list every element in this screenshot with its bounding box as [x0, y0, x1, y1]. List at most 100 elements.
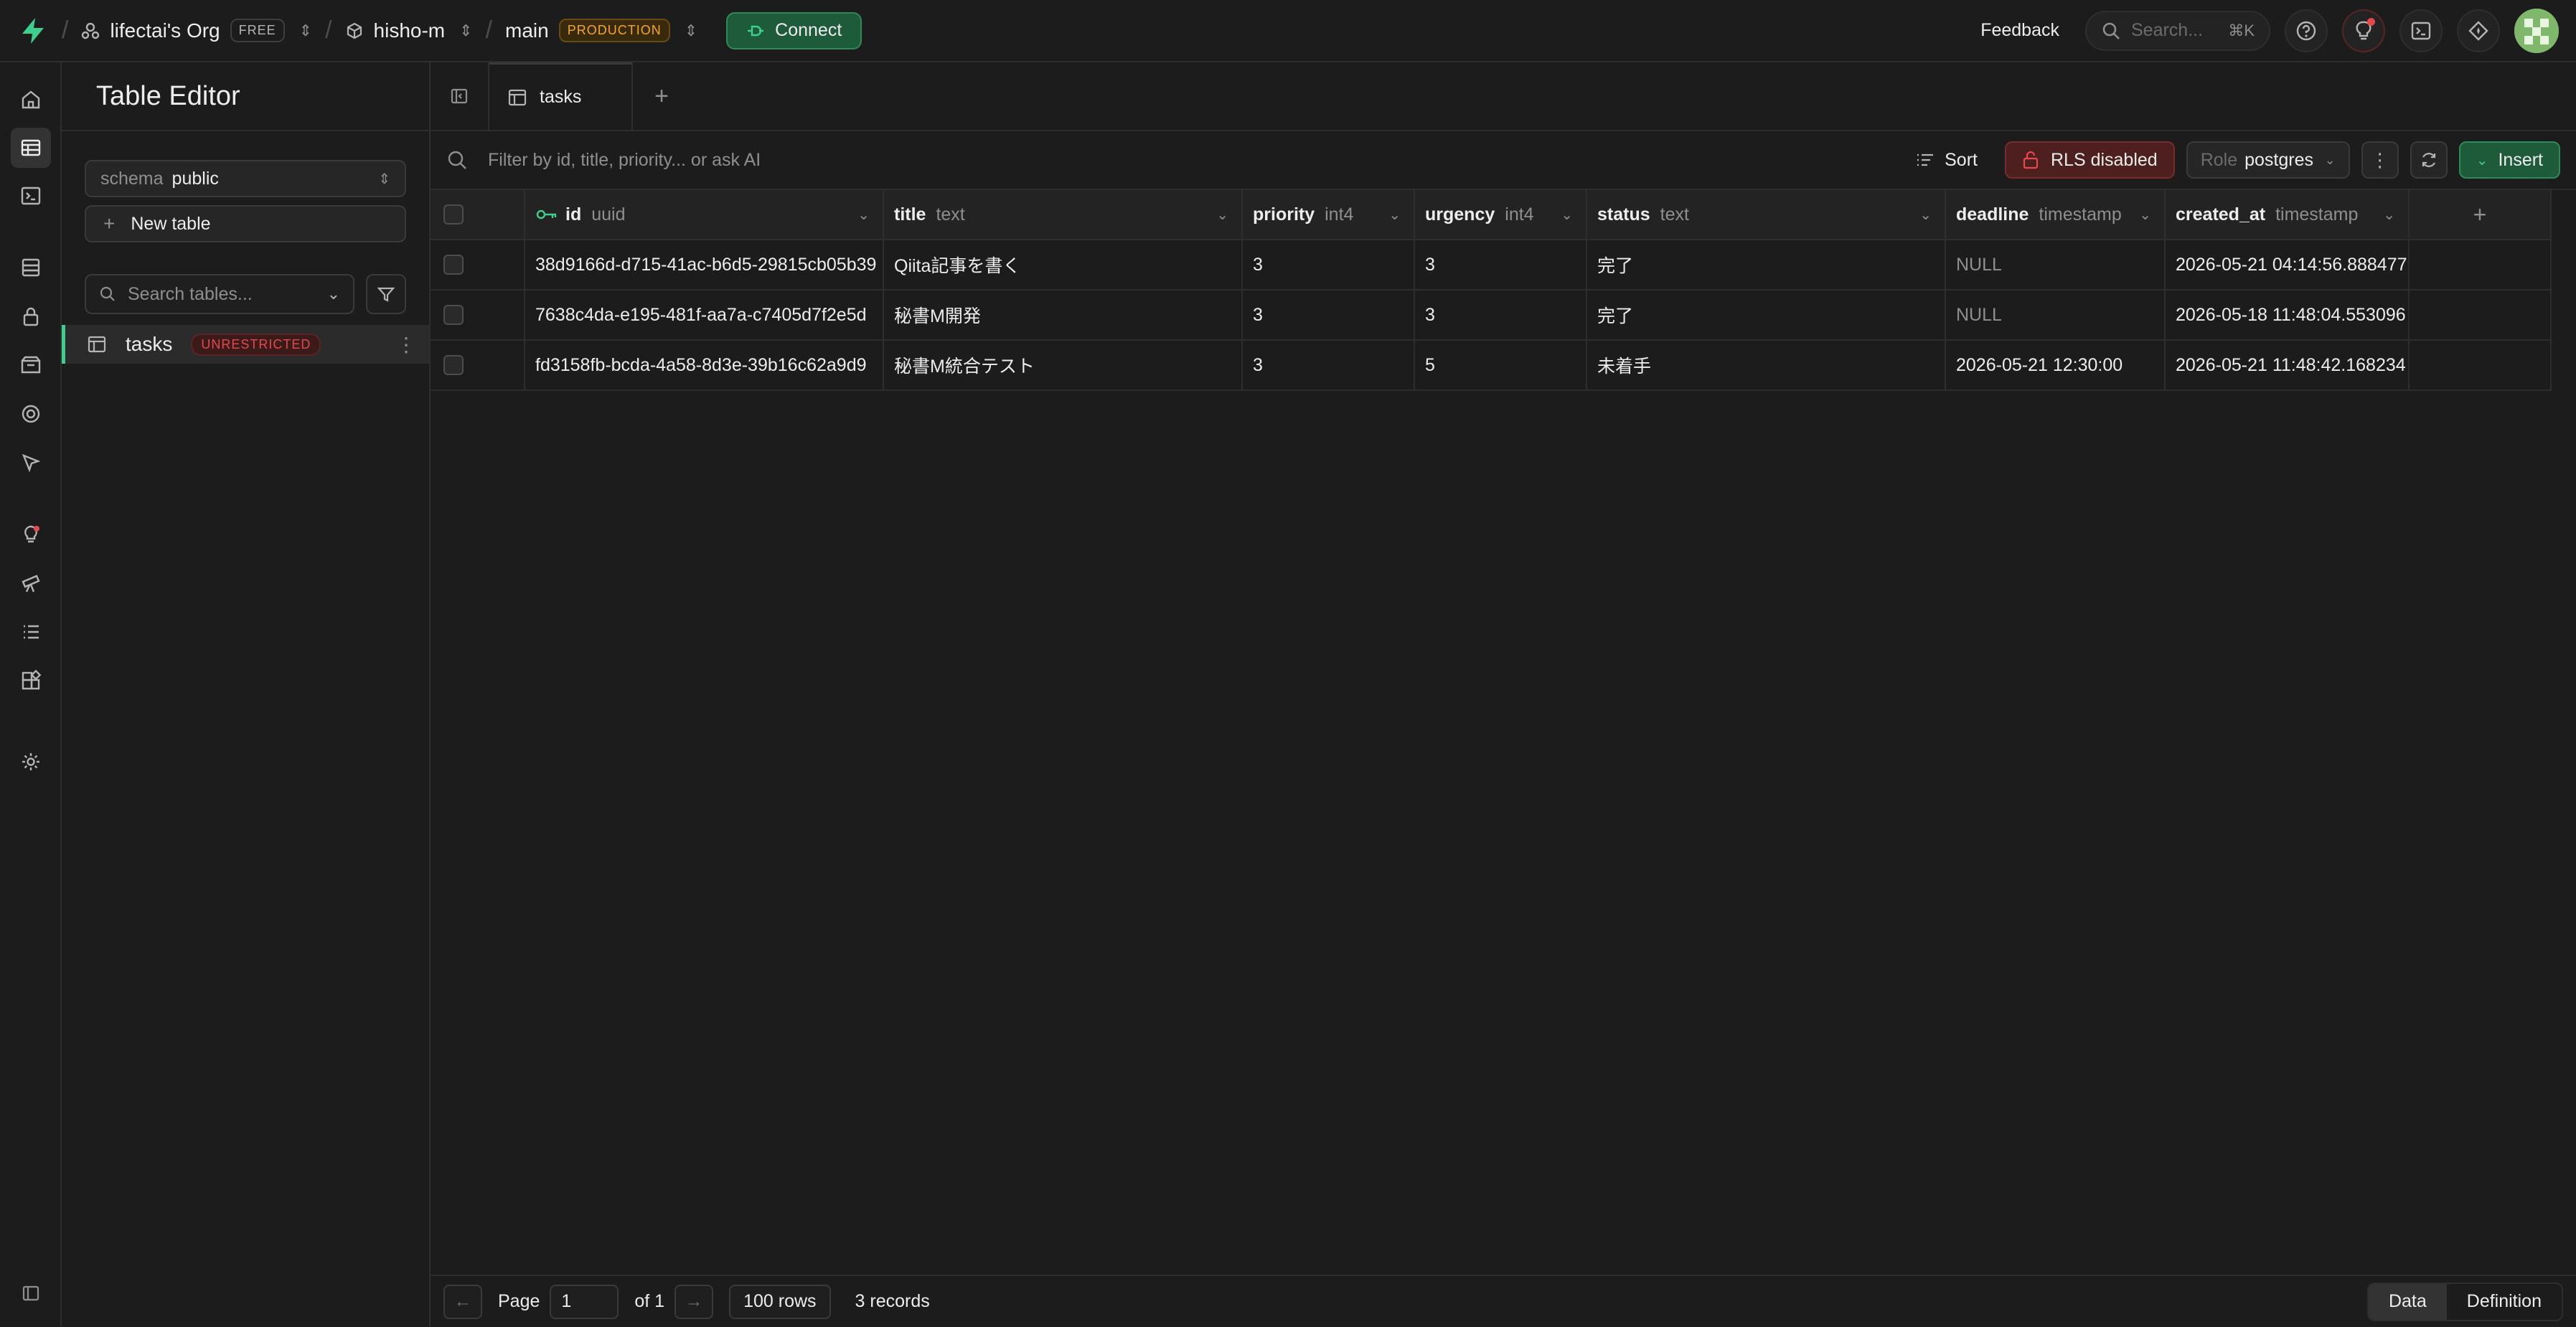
sort-button[interactable]: Sort — [1916, 150, 1978, 171]
chevron-down-icon[interactable]: ⌄ — [2383, 206, 2395, 224]
sql-editor-icon[interactable] — [11, 176, 51, 216]
cell-title[interactable]: 秘書M統合テスト — [884, 341, 1243, 389]
select-all-checkbox[interactable] — [443, 204, 464, 225]
filter-input[interactable]: Filter by id, title, priority... or ask … — [446, 149, 761, 171]
cell-created-at[interactable]: 2026-05-21 11:48:42.168234 — [2166, 341, 2410, 389]
advisor-button[interactable] — [2342, 9, 2385, 52]
chevron-down-icon[interactable]: ⌄ — [1216, 206, 1228, 224]
table-row[interactable]: fd3158fb-bcda-4a58-8d3e-39b16c62a9d9 秘書M… — [431, 341, 2552, 391]
table-row[interactable]: 38d9166d-d715-41ac-b6d5-29815cb05b39 Qii… — [431, 240, 2552, 291]
cell-priority[interactable]: 3 — [1243, 291, 1415, 339]
assistant-button[interactable] — [2457, 9, 2500, 52]
feedback-button[interactable]: Feedback — [1980, 20, 2059, 41]
more-vertical-icon[interactable]: ⋮ — [396, 333, 416, 356]
rows-per-page-selector[interactable]: 100 rows — [729, 1284, 831, 1319]
chevron-down-icon[interactable]: ⌄ — [1388, 206, 1401, 224]
storage-icon[interactable] — [11, 345, 51, 385]
cell-status[interactable]: 完了 — [1587, 291, 1946, 339]
cell-deadline[interactable]: NULL — [1946, 291, 2166, 339]
column-header-id[interactable]: id uuid ⌄ — [525, 190, 884, 239]
cell-id[interactable]: fd3158fb-bcda-4a58-8d3e-39b16c62a9d9 — [525, 341, 884, 389]
column-header-created-at[interactable]: created_at timestamp ⌄ — [2166, 190, 2410, 239]
add-tab-button[interactable]: + — [633, 62, 690, 130]
chevron-down-icon[interactable]: ⌄ — [1919, 206, 1932, 224]
plus-icon: + — [2473, 201, 2487, 227]
table-editor-icon[interactable] — [11, 128, 51, 168]
row-checkbox[interactable] — [443, 305, 464, 325]
cell-priority[interactable]: 3 — [1243, 240, 1415, 289]
realtime-cursor-icon[interactable] — [11, 443, 51, 483]
plus-icon: + — [103, 212, 116, 235]
org-selector[interactable]: lifectai's Org FREE ⇕ — [81, 19, 312, 42]
cell-id[interactable]: 7638c4da-e195-481f-aa7a-c7405d7f2e5d — [525, 291, 884, 339]
settings-gear-icon[interactable] — [11, 742, 51, 782]
data-view-button[interactable]: Data — [2368, 1283, 2447, 1320]
role-selector[interactable]: Role postgres ⌄ — [2186, 141, 2350, 179]
new-table-button[interactable]: + New table — [85, 205, 406, 242]
logs-list-icon[interactable] — [11, 612, 51, 652]
cell-deadline[interactable]: NULL — [1946, 240, 2166, 289]
project-name: hisho-m — [373, 19, 446, 42]
advisors-lightbulb-icon[interactable] — [11, 514, 51, 554]
cell-priority[interactable]: 3 — [1243, 341, 1415, 389]
chevron-down-icon[interactable]: ⌄ — [2139, 206, 2151, 224]
page-number-input[interactable]: 1 — [550, 1284, 619, 1319]
chevrons-down-icon[interactable]: ⌄ — [327, 285, 340, 303]
rls-disabled-button[interactable]: RLS disabled — [2004, 141, 2175, 179]
insert-button[interactable]: ⌄ Insert — [2458, 141, 2560, 179]
filter-tables-button[interactable] — [366, 274, 406, 314]
cell-title[interactable]: Qiita記事を書く — [884, 240, 1243, 289]
row-checkbox[interactable] — [443, 355, 464, 375]
records-count: 3 records — [855, 1291, 930, 1311]
cell-created-at[interactable]: 2026-05-18 11:48:04.553096 — [2166, 291, 2410, 339]
cell-id[interactable]: 38d9166d-d715-41ac-b6d5-29815cb05b39 — [525, 240, 884, 289]
add-column-button[interactable]: + — [2410, 190, 2552, 239]
cell-status[interactable]: 未着手 — [1587, 341, 1946, 389]
table-row[interactable]: 7638c4da-e195-481f-aa7a-c7405d7f2e5d 秘書M… — [431, 291, 2552, 341]
column-header-urgency[interactable]: urgency int4 ⌄ — [1415, 190, 1587, 239]
cell-deadline[interactable]: 2026-05-21 12:30:00 — [1946, 341, 2166, 389]
more-options-button[interactable]: ⋮ — [2361, 141, 2399, 179]
cell-created-at[interactable]: 2026-05-21 04:14:56.888477 — [2166, 240, 2410, 289]
cell-urgency[interactable]: 5 — [1415, 341, 1587, 389]
collapse-sidebar-icon[interactable] — [11, 1273, 51, 1313]
refresh-button[interactable] — [2410, 141, 2448, 179]
global-search[interactable]: Search... ⌘K — [2085, 10, 2270, 51]
column-header-priority[interactable]: priority int4 ⌄ — [1243, 190, 1415, 239]
connect-button[interactable]: Connect — [726, 11, 862, 49]
help-button[interactable] — [2285, 9, 2328, 52]
column-header-deadline[interactable]: deadline timestamp ⌄ — [1946, 190, 2166, 239]
branch-selector[interactable]: main PRODUCTION ⇕ — [505, 19, 697, 42]
tab-tasks[interactable]: tasks — [489, 62, 633, 130]
project-selector[interactable]: hisho-m ⇕ — [345, 19, 473, 42]
chevron-down-icon[interactable]: ⌄ — [1561, 206, 1573, 224]
cell-title[interactable]: 秘書M開発 — [884, 291, 1243, 339]
search-tables-input[interactable]: Search tables... ⌄ — [85, 274, 354, 314]
toggle-sidebar-button[interactable] — [431, 62, 489, 130]
column-header-title[interactable]: title text ⌄ — [884, 190, 1243, 239]
schema-selector[interactable]: schema public ⇕ — [85, 160, 406, 197]
sidebar-item-tasks[interactable]: tasks UNRESTRICTED ⋮ — [62, 325, 429, 364]
supabase-logo-icon[interactable] — [17, 15, 49, 47]
insert-label: Insert — [2498, 149, 2543, 170]
previous-page-button[interactable]: ← — [443, 1284, 482, 1319]
cell-urgency[interactable]: 3 — [1415, 291, 1587, 339]
definition-view-button[interactable]: Definition — [2447, 1284, 2562, 1320]
row-checkbox[interactable] — [443, 255, 464, 275]
column-type: uuid — [591, 204, 626, 225]
cell-status[interactable]: 完了 — [1587, 240, 1946, 289]
home-icon[interactable] — [11, 80, 51, 120]
cell-urgency[interactable]: 3 — [1415, 240, 1587, 289]
chevron-down-icon: ⌄ — [2324, 152, 2336, 167]
database-icon[interactable] — [11, 247, 51, 288]
chevron-down-icon[interactable]: ⌄ — [857, 206, 870, 224]
column-header-status[interactable]: status text ⌄ — [1587, 190, 1946, 239]
terminal-button[interactable] — [2399, 9, 2443, 52]
arrow-right-icon: → — [685, 1291, 703, 1311]
edge-functions-icon[interactable] — [11, 394, 51, 434]
auth-lock-icon[interactable] — [11, 296, 51, 336]
integrations-icon[interactable] — [11, 661, 51, 701]
avatar[interactable] — [2514, 8, 2559, 53]
observability-telescope-icon[interactable] — [11, 563, 51, 603]
next-page-button[interactable]: → — [674, 1284, 714, 1319]
